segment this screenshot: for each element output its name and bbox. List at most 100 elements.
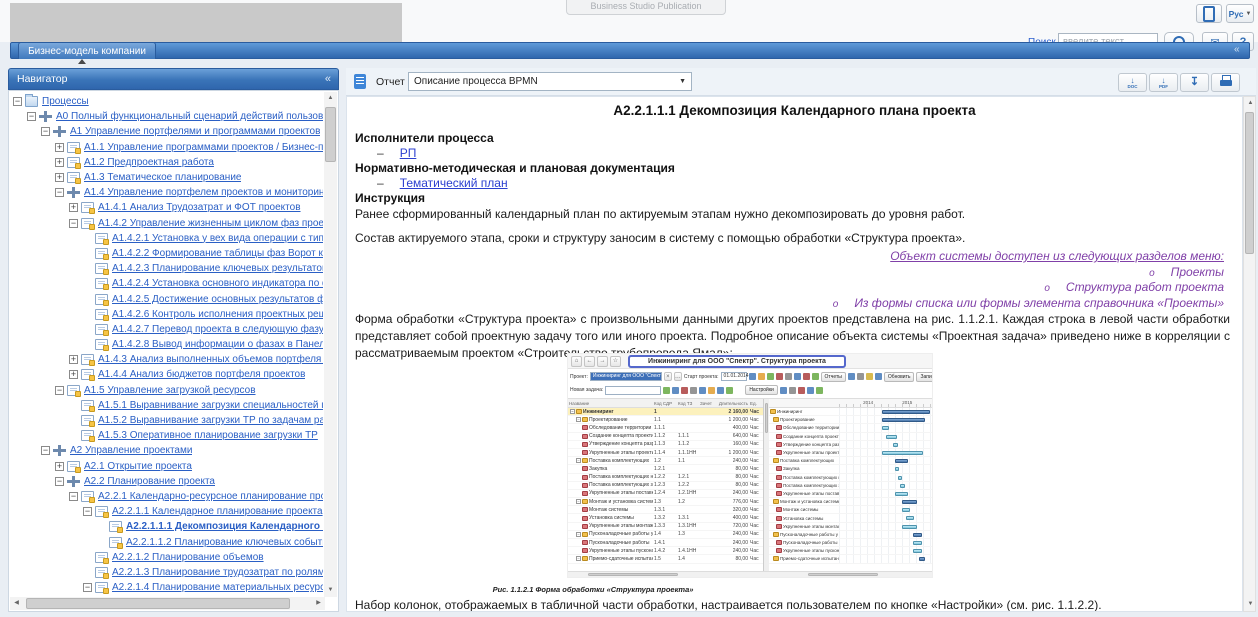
task-icon [582,491,588,496]
tree-link[interactable]: А2.2.1.3 Планирование трудозатрат по рол… [112,567,323,578]
tree-link[interactable]: А1.4.2 Управление жизненным циклом фаз п… [98,218,323,229]
duration-cell: 160,00 [715,441,749,447]
navigator-vertical-scrollbar[interactable]: ▲ ▼ [324,92,337,597]
tree-expander-icon[interactable]: − [13,97,22,106]
tab-overflow-icon[interactable]: « [1234,44,1240,55]
tree-link[interactable]: А1.4.4 Анализ бюджетов портфеля проектов [98,369,305,380]
tree-link[interactable]: А1.4 Управление портфелем проектов и мон… [84,187,323,198]
code-cell: 1.1.1 [653,425,677,431]
export-pdf-button[interactable]: ↓ PDF [1149,73,1178,92]
tab-business-model[interactable]: Бизнес-модель компании [18,42,156,59]
duration-cell: 320,00 [715,507,749,513]
gantt-task-name: Поставка комплектующих [769,458,839,463]
toolbar-icon [767,373,774,380]
tree-expander-icon[interactable]: − [27,112,36,121]
tree-expander-icon[interactable]: + [55,462,64,471]
tree-expander-icon[interactable]: + [55,173,64,182]
tree-link[interactable]: А2.1 Открытие проекта [84,461,192,472]
toolbar-icon [717,387,724,394]
task-icon [582,475,588,480]
scrollbar-thumb[interactable] [26,598,290,609]
tree-expander-icon[interactable]: − [83,507,92,516]
tree-link[interactable]: А1.4.1 Анализ Трудозатрат и ФОТ проектов [98,202,301,213]
scrollbar-thumb[interactable] [325,107,336,162]
tree-indent [11,481,55,482]
tree-indent [11,587,83,588]
instruction-paragraph-2: Состав актируемого этапа, сроки и структ… [355,230,1230,247]
gantt-row: Укрупненные этапы монтажа и уст. [769,523,932,531]
tree-expander-icon[interactable]: + [55,158,64,167]
tree-expander-icon[interactable]: + [69,355,78,364]
tree-expander-icon[interactable]: − [55,188,64,197]
scroll-down-icon[interactable]: ▼ [1244,598,1257,611]
tree-expander-icon[interactable]: − [69,219,78,228]
proc-icon [67,157,80,168]
report-type-select[interactable]: Описание процесса BPMN ▼ [408,72,692,91]
gantt-row: Утверждение концепта разработки [769,441,932,449]
tree-link[interactable]: А2.2 Планирование проекта [84,476,215,487]
tree-link[interactable]: А1.4.2.1 Установка у вех вида операции с… [112,233,323,244]
scrollbar-thumb[interactable] [1245,112,1254,254]
scroll-right-icon[interactable]: ▶ [312,597,325,610]
task-icon [776,516,782,521]
gantt-row: Монтаж и установка системы [769,498,932,506]
tree-link[interactable]: А1.5 Управление загрузкой ресурсов [84,385,256,396]
export-doc-button[interactable]: ↓ DOC [1118,73,1147,92]
tree-link[interactable]: А2.2.1 Календарно-ресурсное планирование… [98,491,323,502]
executors-heading: Исполнители процесса [355,131,494,145]
tree-link[interactable]: А2.2.1.4 Планирование материальных ресур… [112,582,323,593]
tree-link[interactable]: А2.2.1.2 Планирование объемов [112,552,264,563]
tree-link[interactable]: А2.2.1.1 Календарное планирование проект… [112,506,323,517]
proc-icon [67,385,80,396]
tree-expander-icon[interactable]: − [83,583,92,592]
gantt-row: Укрупненные этапы поставки компл. [769,490,932,498]
mobile-view-button[interactable] [1196,4,1222,23]
tree-link[interactable]: А1.4.2.4 Установка основного индикатора … [112,278,323,289]
tree-expander-icon[interactable]: − [55,386,64,395]
tree-link[interactable]: А1.4.2.3 Планирование ключевых результат… [112,263,323,274]
tree-expander-icon[interactable]: + [55,143,64,152]
tree-link[interactable]: А1.4.2.7 Перевод проекта в следующую фаз… [112,324,323,335]
tree-expander-icon[interactable]: + [69,203,78,212]
tree-expander-icon[interactable]: − [41,127,50,136]
tree-link[interactable]: А1 Управление портфелями и программами п… [70,126,320,137]
tree-link[interactable]: А1.3 Тематическое планирование [84,172,241,183]
tree-link[interactable]: А0 Полный функциональный сценарий действ… [56,111,323,122]
scroll-up-icon[interactable]: ▲ [324,92,337,105]
tree-link[interactable]: А1.5.3 Оперативное планирование загрузки… [98,430,318,441]
scroll-left-icon[interactable]: ◀ [10,597,23,610]
scroll-up-icon[interactable]: ▲ [1244,97,1257,110]
tree-link[interactable]: А1.4.3 Анализ выполненных объемов портфе… [98,354,323,365]
navigator-horizontal-scrollbar[interactable]: ◀ ▶ [10,597,325,610]
tree-link[interactable]: А2.2.1.1.2 Планирование ключевых событий… [126,537,323,548]
document-area: A2.2.1.1.1 Декомпозиция Календарного пла… [346,96,1243,612]
tree-expander-icon[interactable]: − [69,492,78,501]
expander-icon: − [570,409,575,414]
tree-link[interactable]: А1.4.2.2 Формирование таблицы фаз Ворот … [112,248,323,259]
language-button[interactable]: Рус ▼ [1226,4,1254,23]
tree-link[interactable]: Процессы [42,96,89,107]
tree-link[interactable]: А1.2 Предпроектная работа [84,157,214,168]
tree-link[interactable]: А1.5.2 Выравнивание загрузки ТР по задач… [98,415,323,426]
tree-link[interactable]: А1.4.2.8 Вывод информации о фазах в Пане… [112,339,323,350]
tree-link[interactable]: А1.1 Управление программами проектов / Б… [84,142,323,153]
tree-expander-icon[interactable]: − [55,477,64,486]
tree-link[interactable]: А1.4.2.6 Контроль исполнения проектных р… [112,309,323,320]
save-report-button[interactable]: ↧ [1180,73,1209,92]
scroll-down-icon[interactable]: ▼ [324,584,337,597]
tree-link[interactable]: А2.2.1.1.1 Декомпозиция Календарного пла… [126,521,323,532]
thematic-plan-link[interactable]: Тематический план [400,176,508,190]
tree-indent [11,177,55,178]
menu-note-title-link[interactable]: Объект системы доступен из следующих раз… [833,249,1224,265]
tree-link[interactable]: А2 Управление проектами [70,445,192,456]
tree-link[interactable]: А1.5.1 Выравнивание загрузки специальнос… [98,400,323,411]
tree-expander-icon[interactable]: + [69,370,78,379]
print-button[interactable] [1211,73,1240,92]
task-icon [582,548,588,553]
executor-link[interactable]: РП [400,146,417,160]
tree-expander-icon[interactable]: − [41,446,50,455]
document-vertical-scrollbar[interactable]: ▲ ▼ [1243,96,1256,612]
tree-link[interactable]: А1.4.2.5 Достижение основных результатов… [112,294,323,305]
project-task-row: −Проектирование1.11 200,00Час [568,416,763,424]
collapse-panel-icon[interactable]: « [325,73,330,85]
